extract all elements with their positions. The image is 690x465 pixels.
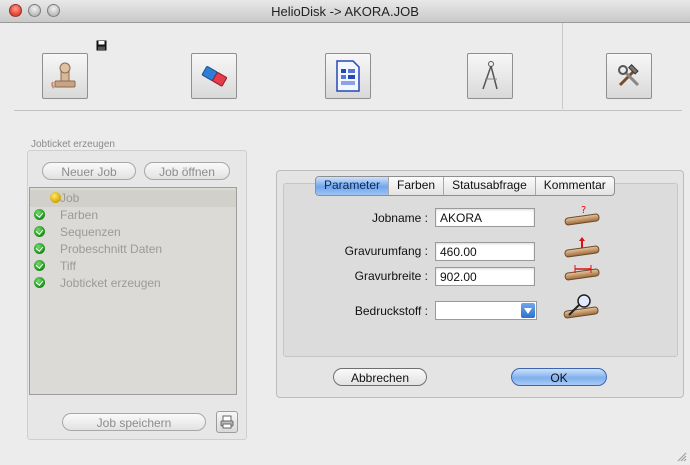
chevron-down-icon[interactable] [521,303,535,318]
document-button[interactable] [325,53,371,99]
floppy-disk-icon [96,40,107,51]
list-item[interactable]: Job [30,190,236,207]
stamp-icon [51,62,76,89]
stamp-button[interactable] [42,53,88,99]
ok-button[interactable]: OK [511,368,607,386]
cylinder-help-icon: ? [564,205,600,226]
magnifier-cylinder-icon [563,294,599,319]
list-item-label: Jobticket erzeugen [60,276,161,290]
tab-kommentar[interactable]: Kommentar [534,177,614,195]
job-steps-list[interactable]: Job Farben Sequenzen Probeschnitt Daten … [29,187,237,395]
tools-button[interactable] [606,53,652,99]
list-item-label: Job [60,191,80,205]
cylinder-width-icon [564,265,600,281]
check-icon [34,277,45,288]
svg-text:?: ? [581,205,586,216]
open-job-button[interactable]: Job öffnen [144,162,230,180]
tab-statusabfrage[interactable]: Statusabfrage [443,177,535,195]
new-job-button[interactable]: Neuer Job [42,162,136,180]
window-title: HelioDisk -> AKORA.JOB [271,4,419,19]
gravurumfang-label: Gravurumfang : [344,244,428,258]
save-job-button[interactable]: Job speichern [62,413,206,431]
jobname-label: Jobname : [371,211,428,225]
resize-grip-icon[interactable] [677,452,687,462]
jobname-field[interactable]: AKORA [435,208,535,227]
list-item-label: Farben [60,208,99,222]
tab-farben[interactable]: Farben [388,177,443,195]
cancel-button[interactable]: Abbrechen [333,368,427,386]
list-item[interactable]: Tiff [30,258,236,275]
document-icon [336,60,360,92]
cylinder-circumference-icon [564,237,600,258]
check-icon [34,226,45,237]
tools-icon [618,64,640,87]
bedruckstoff-select[interactable] [435,301,537,320]
compass-icon [482,61,498,90]
gravurbreite-field[interactable]: 902.00 [435,267,535,286]
check-icon [34,260,45,271]
gravurumfang-field[interactable]: 460.00 [435,242,535,261]
list-item[interactable]: Farben [30,207,236,224]
eraser-button[interactable] [191,53,237,99]
list-item[interactable]: Jobticket erzeugen [30,275,236,292]
jobticket-group-label: Jobticket erzeugen [31,139,115,150]
app-window: HelioDisk -> AKORA.JOB Jobticket erzeuge… [0,0,690,465]
tab-bar: Parameter Farben Statusabfrage Kommentar [315,176,615,196]
title-bar[interactable]: HelioDisk -> AKORA.JOB [0,0,690,23]
list-item-label: Probeschnitt Daten [60,242,163,256]
check-icon [34,209,45,220]
printer-icon [220,415,234,429]
list-item-label: Sequenzen [60,225,121,239]
list-item[interactable]: Sequenzen [30,224,236,241]
list-item[interactable]: Probeschnitt Daten [30,241,236,258]
compass-button[interactable] [467,53,513,99]
list-item-label: Tiff [60,259,77,273]
tab-parameter[interactable]: Parameter [316,177,389,195]
eraser-icon [201,66,228,87]
check-icon [34,243,45,254]
toolbar-bottom-divider [14,110,682,111]
bedruckstoff-label: Bedruckstoff : [354,304,428,318]
toolbar-divider [562,23,563,109]
gravurbreite-label: Gravurbreite : [354,269,428,283]
print-button[interactable] [216,411,238,433]
